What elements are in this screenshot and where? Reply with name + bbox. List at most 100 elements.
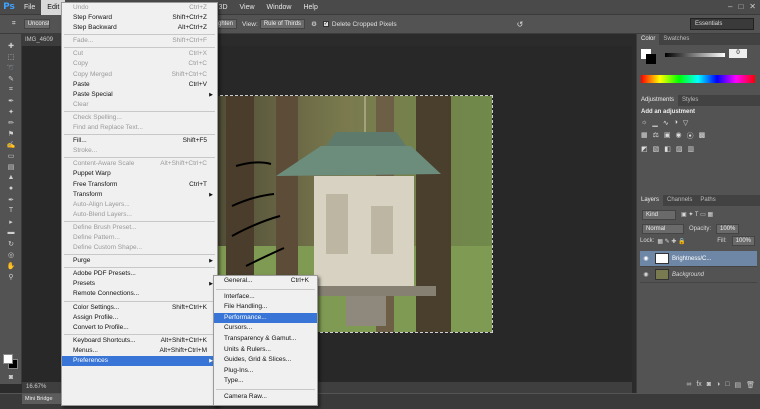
visibility-eye-icon[interactable]: ◉ bbox=[640, 271, 652, 278]
crop-tool-icon[interactable]: ⌗ bbox=[12, 20, 16, 28]
tab-adjustments[interactable]: Adjustments bbox=[637, 95, 679, 106]
pref-item-general[interactable]: General... Ctrl+K bbox=[214, 276, 317, 287]
menu-item-cut[interactable]: Cut Ctrl+X bbox=[62, 49, 217, 59]
lasso-tool-icon[interactable]: ➰ bbox=[0, 62, 22, 73]
tab-paths[interactable]: Paths bbox=[696, 195, 719, 206]
foreground-color-swatch[interactable] bbox=[3, 354, 13, 364]
clone-stamp-tool-icon[interactable]: ⚑ bbox=[0, 128, 22, 139]
gradient-tool-icon[interactable]: ▤ bbox=[0, 161, 22, 172]
color-spectrum[interactable] bbox=[641, 75, 755, 83]
menu-view[interactable]: View bbox=[234, 0, 261, 15]
menu-item-check-spelling[interactable]: Check Spelling... bbox=[62, 113, 217, 123]
new-adjustment-icon[interactable]: ◑ bbox=[716, 381, 720, 389]
levels-adjustment-icon[interactable]: ▁ bbox=[652, 119, 657, 127]
quick-select-tool-icon[interactable]: ✎ bbox=[0, 73, 22, 84]
channel-mixer-adjustment-icon[interactable]: ⦿ bbox=[687, 131, 694, 141]
menu-item-define-brush-preset[interactable]: Define Brush Preset... bbox=[62, 223, 217, 233]
move-tool-icon[interactable]: ✚ bbox=[0, 40, 22, 51]
brightness-adjustment-icon[interactable]: ☼ bbox=[641, 119, 647, 127]
layer-style-icon[interactable]: fx bbox=[696, 381, 701, 389]
menu-item-step-forward[interactable]: Step Forward Shift+Ctrl+Z bbox=[62, 13, 217, 23]
tab-color[interactable]: Color bbox=[637, 34, 660, 45]
link-layers-icon[interactable]: ∞ bbox=[686, 381, 691, 389]
pref-item-plug-ins[interactable]: Plug-Ins... bbox=[214, 366, 317, 377]
view-select[interactable]: Rule of Thirds bbox=[259, 19, 306, 29]
menu-item-copy-merged[interactable]: Copy Merged Shift+Ctrl+C bbox=[62, 70, 217, 80]
menu-item-presets[interactable]: Presets ▶ bbox=[62, 279, 217, 289]
opacity-input[interactable]: 100% bbox=[716, 223, 740, 234]
tab-swatches[interactable]: Swatches bbox=[659, 34, 693, 45]
eyedropper-tool-icon[interactable]: ✒ bbox=[0, 95, 22, 106]
delete-layer-icon[interactable]: 🗑 bbox=[746, 381, 755, 389]
delete-cropped-checkbox[interactable]: ✓ bbox=[322, 21, 329, 27]
mini-bridge-tab[interactable]: Mini Bridge bbox=[22, 394, 62, 404]
menu-item-define-custom-shape[interactable]: Define Custom Shape... bbox=[62, 243, 217, 253]
pref-item-interface[interactable]: Interface... bbox=[214, 292, 317, 303]
zoom-tool-icon[interactable]: ⚲ bbox=[0, 271, 22, 282]
selective-color-adjustment-icon[interactable]: ▥ bbox=[688, 145, 695, 153]
color-bg-swatch[interactable] bbox=[646, 54, 656, 64]
pref-item-file-handling[interactable]: File Handling... bbox=[214, 302, 317, 313]
tab-channels[interactable]: Channels bbox=[663, 195, 696, 206]
hue-saturation-adjustment-icon[interactable]: ▦ bbox=[641, 131, 648, 141]
photo-filter-adjustment-icon[interactable]: ◉ bbox=[676, 131, 682, 141]
close-icon[interactable]: ✕ bbox=[749, 2, 756, 11]
menu-item-convert-to-profile[interactable]: Convert to Profile... bbox=[62, 323, 217, 333]
menu-item-content-aware-scale[interactable]: Content-Aware Scale Alt+Shift+Ctrl+C bbox=[62, 159, 217, 169]
crop-tool-icon[interactable]: ⌗ bbox=[0, 84, 22, 95]
settings-gear-icon[interactable]: ⚙ bbox=[311, 20, 317, 28]
minimize-icon[interactable]: – bbox=[728, 2, 732, 11]
brush-tool-icon[interactable]: ✏ bbox=[0, 117, 22, 128]
menu-item-paste[interactable]: Paste Ctrl+V bbox=[62, 80, 217, 90]
pref-item-cursors[interactable]: Cursors... bbox=[214, 323, 317, 334]
menu-item-auto-blend-layers[interactable]: Auto-Blend Layers... bbox=[62, 210, 217, 220]
pref-item-guides-grid-slices[interactable]: Guides, Grid & Slices... bbox=[214, 355, 317, 366]
filter-icons[interactable]: ▣ ✦ T ▭ ▦ bbox=[681, 211, 713, 218]
lock-icons[interactable]: ▦ ✎ ✚ 🔒 bbox=[657, 238, 685, 245]
posterize-adjustment-icon[interactable]: ▧ bbox=[653, 145, 660, 153]
3d-camera-tool-icon[interactable]: ◎ bbox=[0, 249, 22, 260]
crop-preset-select[interactable]: Unconst bbox=[23, 19, 50, 29]
healing-brush-tool-icon[interactable]: ✦ bbox=[0, 106, 22, 117]
threshold-adjustment-icon[interactable]: ◧ bbox=[664, 145, 671, 153]
blend-mode-select[interactable]: Normal bbox=[642, 223, 684, 234]
marquee-tool-icon[interactable]: ⬚ bbox=[0, 51, 22, 62]
menu-item-puppet-warp[interactable]: Puppet Warp bbox=[62, 169, 217, 179]
restore-icon[interactable]: □ bbox=[738, 2, 743, 11]
menu-item-menus[interactable]: Menus... Alt+Shift+Ctrl+M bbox=[62, 346, 217, 356]
layer-filter-select[interactable]: Kind bbox=[642, 209, 676, 220]
dodge-tool-icon[interactable]: ● bbox=[0, 183, 22, 194]
menu-file[interactable]: File bbox=[18, 0, 41, 15]
black-white-adjustment-icon[interactable]: ▣ bbox=[664, 131, 671, 141]
add-mask-icon[interactable]: ◙ bbox=[707, 381, 711, 389]
reset-icon[interactable]: ↺ bbox=[517, 20, 524, 29]
eraser-tool-icon[interactable]: ▭ bbox=[0, 150, 22, 161]
menu-item-adobe-pdf-presets[interactable]: Adobe PDF Presets... bbox=[62, 269, 217, 279]
vibrance-adjustment-icon[interactable]: ▽ bbox=[683, 119, 688, 127]
menu-item-fade[interactable]: Fade... Shift+Ctrl+F bbox=[62, 36, 217, 46]
type-tool-icon[interactable]: T bbox=[0, 205, 22, 216]
quick-mask-icon[interactable]: ◙ bbox=[0, 372, 22, 383]
pref-item-camera-raw[interactable]: Camera Raw... bbox=[214, 392, 317, 403]
pen-tool-icon[interactable]: ✒ bbox=[0, 194, 22, 205]
new-group-icon[interactable]: □ bbox=[725, 381, 729, 389]
new-layer-icon[interactable]: ▤ bbox=[734, 381, 741, 389]
curves-adjustment-icon[interactable]: ∿ bbox=[663, 119, 669, 127]
menu-item-remote-connections[interactable]: Remote Connections... bbox=[62, 289, 217, 299]
fill-input[interactable]: 100% bbox=[731, 236, 755, 246]
menu-item-preferences[interactable]: Preferences ▶ bbox=[62, 356, 217, 367]
tab-styles[interactable]: Styles bbox=[678, 95, 702, 106]
menu-item-find-and-replace-text[interactable]: Find and Replace Text... bbox=[62, 123, 217, 133]
menu-item-keyboard-shortcuts[interactable]: Keyboard Shortcuts... Alt+Shift+Ctrl+K bbox=[62, 336, 217, 346]
menu-item-auto-align-layers[interactable]: Auto-Align Layers... bbox=[62, 200, 217, 210]
history-brush-tool-icon[interactable]: ✍ bbox=[0, 139, 22, 150]
document-tab[interactable]: IMG_4609 bbox=[22, 34, 64, 46]
menu-item-assign-profile[interactable]: Assign Profile... bbox=[62, 313, 217, 323]
path-selection-tool-icon[interactable]: ▸ bbox=[0, 216, 22, 227]
menu-item-free-transform[interactable]: Free Transform Ctrl+T bbox=[62, 180, 217, 190]
menu-item-transform[interactable]: Transform ▶ bbox=[62, 190, 217, 200]
invert-adjustment-icon[interactable]: ◩ bbox=[641, 145, 648, 153]
menu-item-undo[interactable]: Undo Ctrl+Z bbox=[62, 3, 217, 13]
workspace-switcher[interactable]: Essentials bbox=[690, 18, 754, 30]
menu-item-copy[interactable]: Copy Ctrl+C bbox=[62, 59, 217, 69]
